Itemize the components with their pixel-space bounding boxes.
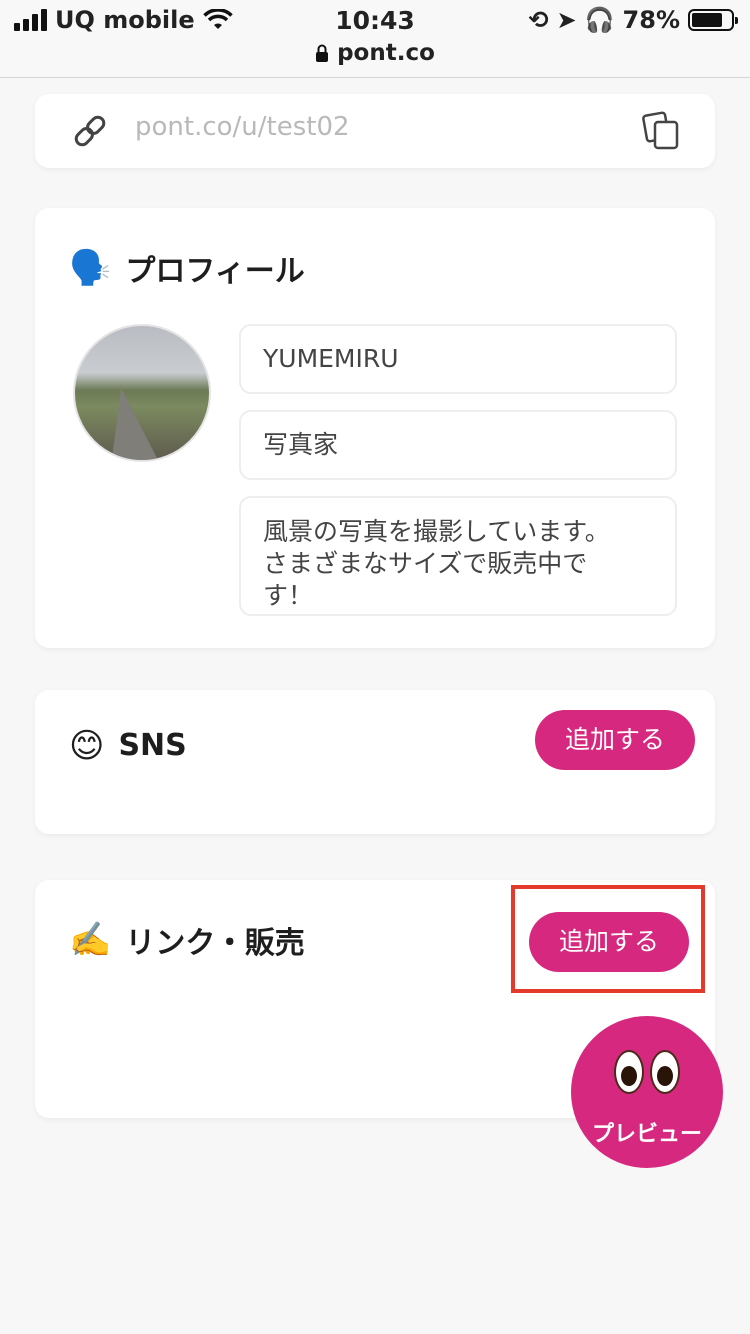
headphones-icon: 🎧 [584,6,615,34]
profile-heading: 🗣️ プロフィール [69,246,305,290]
writing-hand-icon: ✍️ [69,920,112,960]
link-icon [74,115,106,147]
preview-button[interactable]: プレビュー [571,1016,723,1168]
preview-label: プレビュー [591,1122,702,1147]
address-text: pont.co [337,40,435,66]
links-title: リンク・販売 [125,926,305,961]
rotation-lock-icon: ⟲ [528,6,549,34]
profile-url-card: pont.co/u/test02 [35,94,715,168]
sns-heading: 😊 SNS [69,728,187,763]
lock-icon [316,44,329,62]
bio-field[interactable]: 風景の写真を撮影しています。 さまざまなサイズで販売中で す！ [239,496,677,616]
status-right: ⟲ ➤ 🎧 78% [528,6,738,34]
highlight-box [511,885,705,993]
avatar[interactable] [73,324,211,462]
name-field[interactable]: YUMEMIRU [239,324,677,394]
location-icon: ➤ [556,6,577,34]
sns-title: SNS [118,728,187,763]
profile-url: pont.co/u/test02 [135,112,350,142]
speaking-head-icon: 🗣️ [69,248,112,288]
links-heading: ✍️ リンク・販売 [69,918,305,962]
profile-title: プロフィール [125,254,305,289]
smiling-face-icon: 😊 [69,725,105,766]
address-bar[interactable]: pont.co [0,40,750,66]
profile-card: 🗣️ プロフィール YUMEMIRU 写真家 風景の写真を撮影しています。 さま… [35,208,715,648]
add-sns-button[interactable]: 追加する [535,710,695,770]
status-bar: UQ mobile 10:43 ⟲ ➤ 🎧 78% pont.co [0,0,750,78]
sns-card: 😊 SNS 追加する [35,690,715,834]
battery-icon [688,9,738,31]
battery-percent: 78% [622,6,680,34]
eyes-icon [571,1050,723,1094]
copy-icon[interactable] [641,110,683,152]
occupation-field[interactable]: 写真家 [239,410,677,480]
